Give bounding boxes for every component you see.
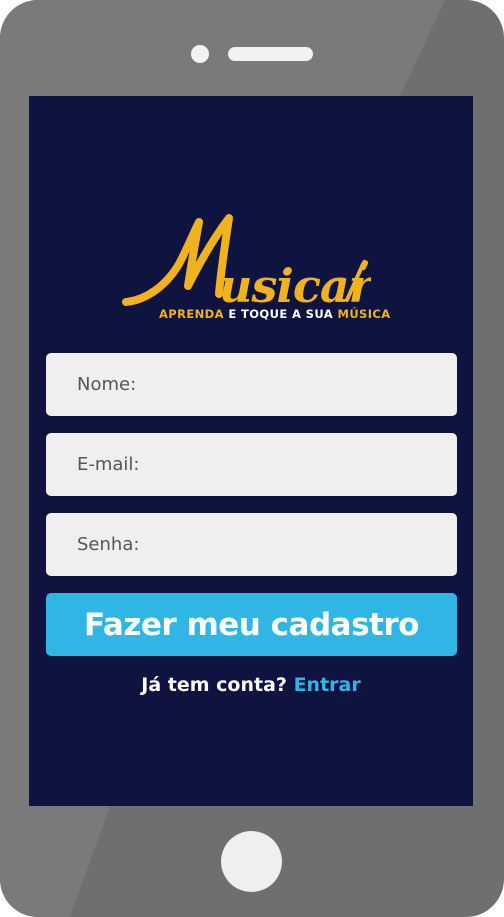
name-field-placeholder: Nome:	[77, 374, 137, 395]
password-field[interactable]: Senha:	[46, 513, 457, 576]
signin-link[interactable]: Entrar	[294, 674, 361, 696]
signup-button[interactable]: Fazer meu cadastro	[46, 593, 457, 656]
camera-dot-icon	[191, 45, 209, 63]
app-screen: usicar APRENDA E TOQUE A SUA MÚSICA Nome…	[29, 96, 473, 806]
email-field[interactable]: E-mail:	[46, 433, 457, 496]
password-field-placeholder: Senha:	[77, 534, 140, 555]
signin-prompt-text: Já tem conta?	[141, 674, 287, 696]
tagline-middle: E TOQUE A SUA	[223, 307, 338, 321]
musicar-logo: usicar APRENDA E TOQUE A SUA MÚSICA	[121, 204, 390, 326]
name-field[interactable]: Nome:	[46, 353, 457, 416]
tagline-learn: APRENDA	[159, 307, 224, 321]
speaker-icon	[228, 47, 313, 61]
logo-tagline: APRENDA E TOQUE A SUA MÚSICA	[159, 307, 419, 321]
home-button-icon[interactable]	[221, 831, 282, 892]
tagline-music: MÚSICA	[337, 307, 391, 321]
phone-mockup: usicar APRENDA E TOQUE A SUA MÚSICA Nome…	[0, 0, 504, 917]
email-field-placeholder: E-mail:	[77, 454, 140, 475]
signin-prompt: Já tem conta? Entrar	[29, 674, 473, 696]
svg-text:usicar: usicar	[219, 259, 371, 313]
